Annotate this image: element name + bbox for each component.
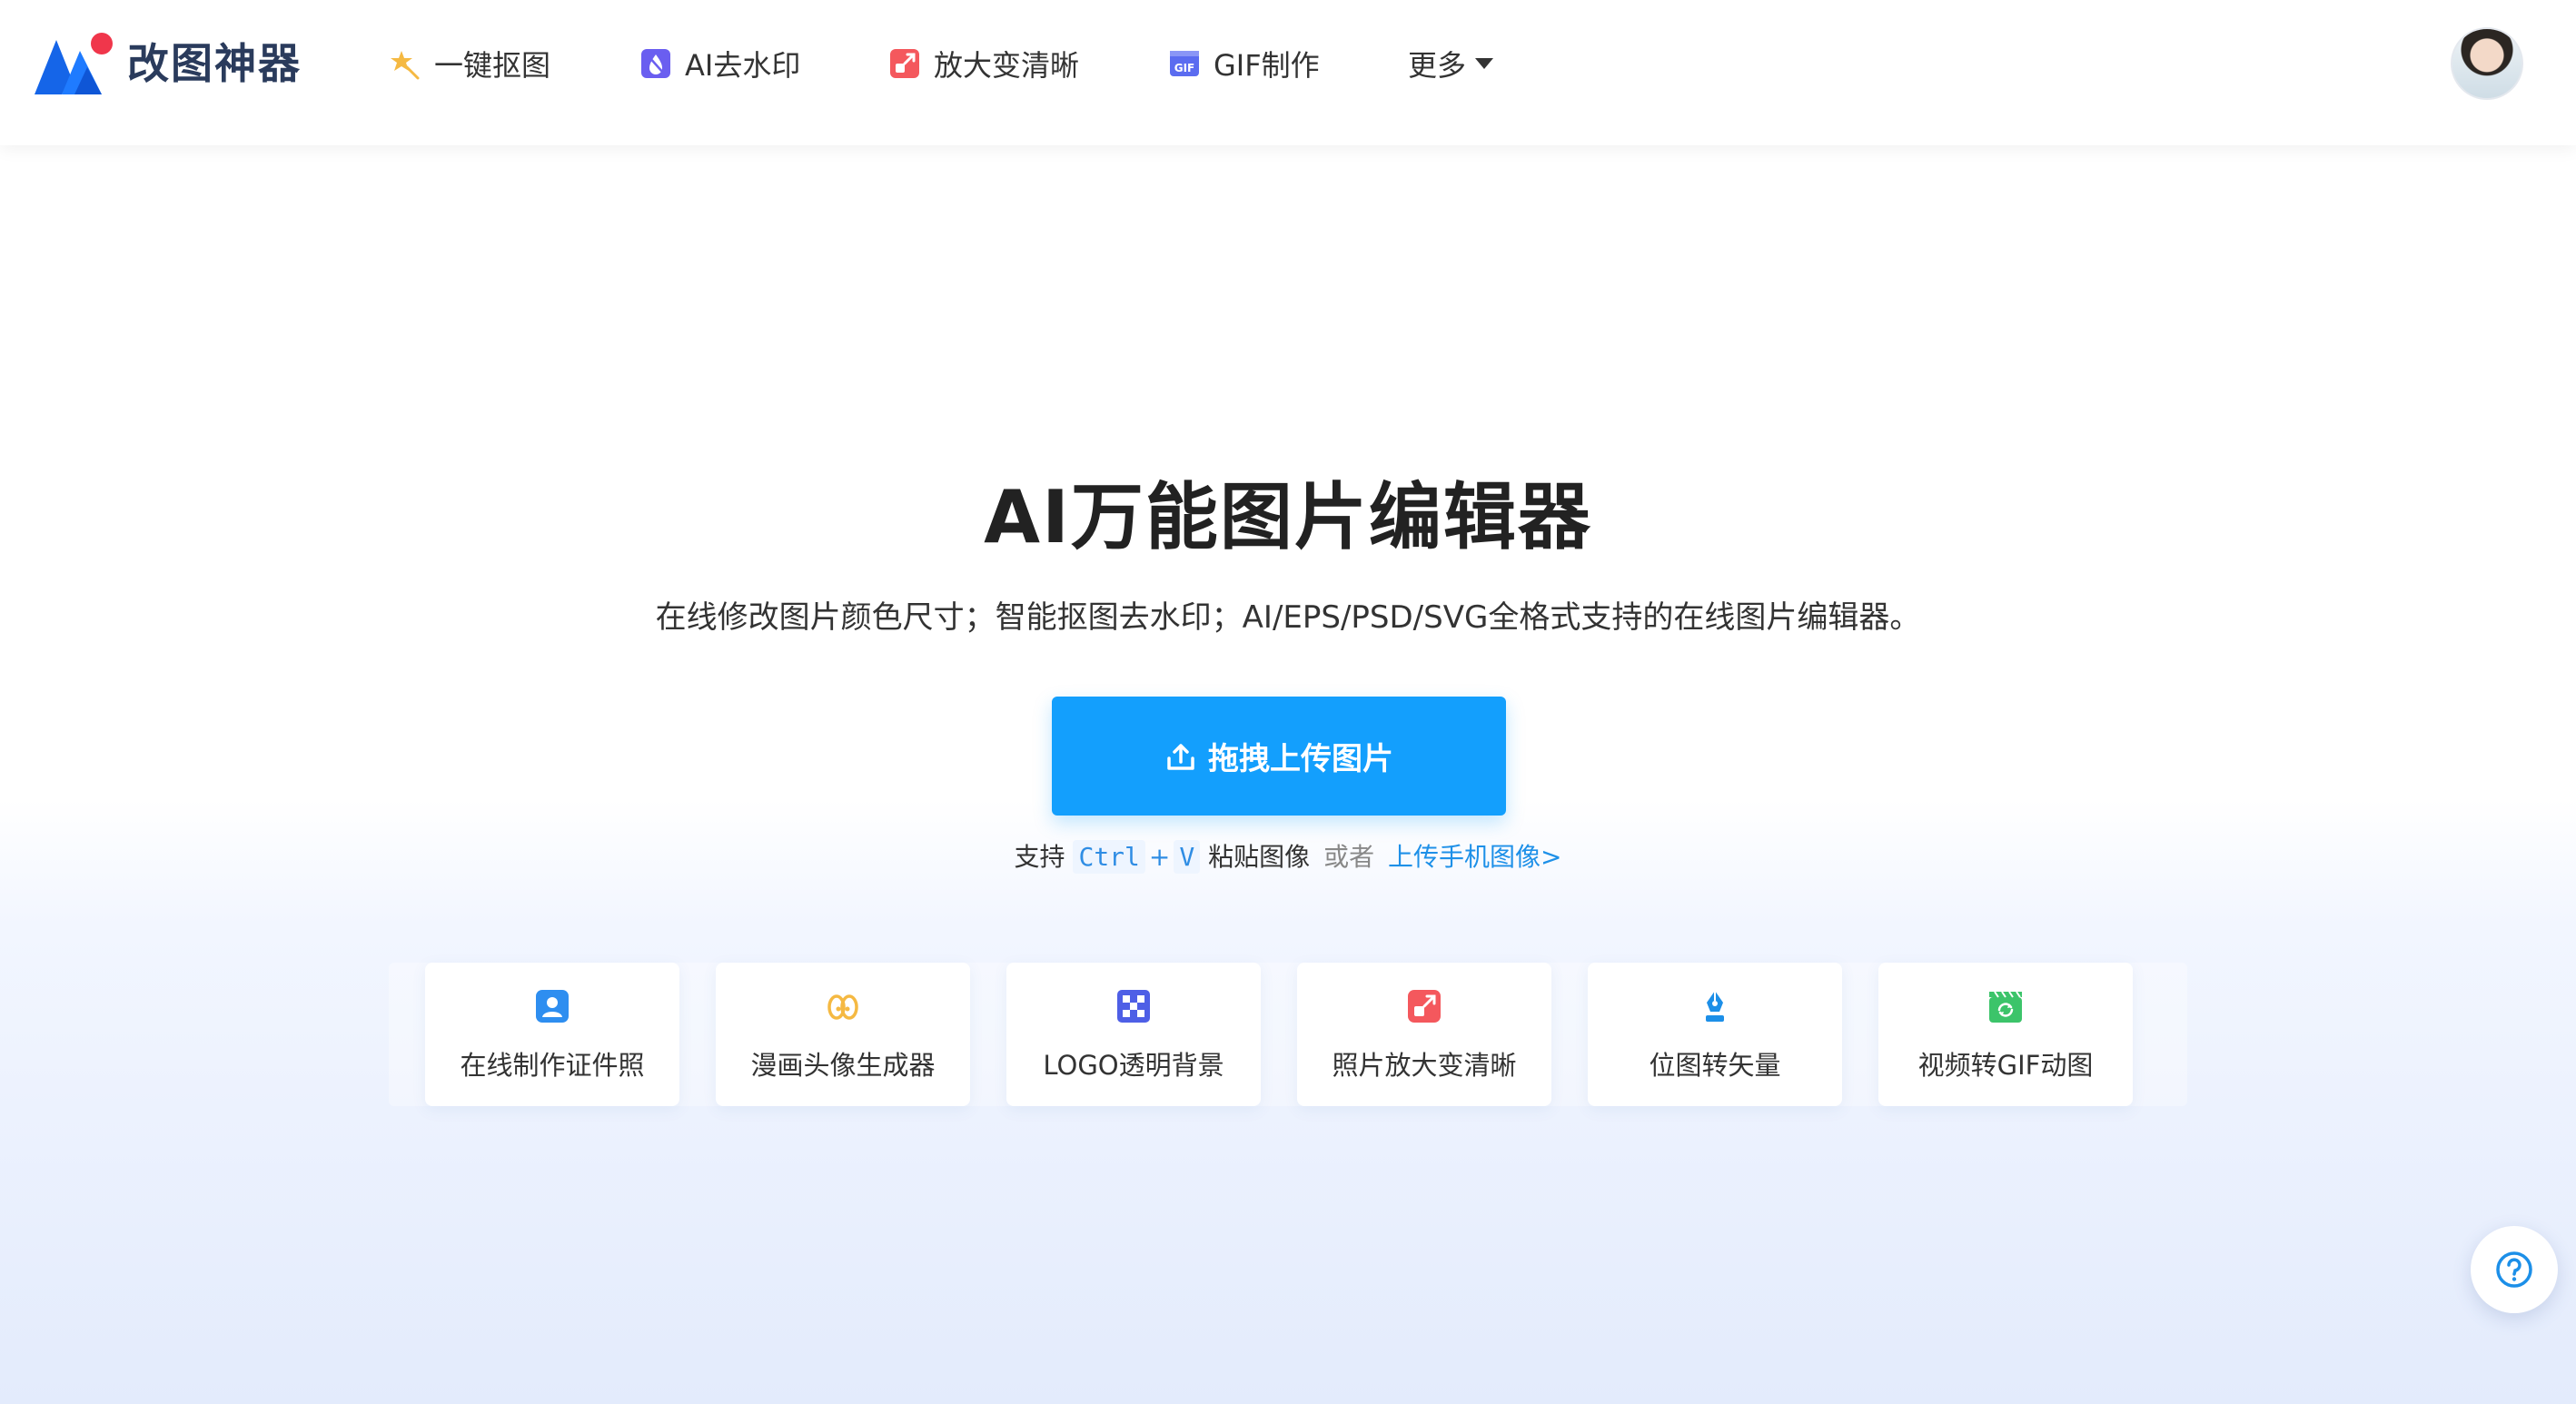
nav-enlarge-clear[interactable]: 放大变清晰: [888, 36, 1079, 91]
brand-name[interactable]: 改图神器: [127, 36, 302, 91]
top-nav-bar: 改图神器 一键抠图 AI去水印 放大变清晰 GIF GIF制作 更多: [0, 0, 2576, 145]
pen-nib-icon: [1706, 991, 1724, 1022]
nav-label: GIF制作: [1214, 48, 1320, 83]
ctrl-key: Ctrl: [1073, 840, 1145, 874]
nav-more-dropdown[interactable]: 更多: [1408, 36, 1494, 91]
nav-gif-maker[interactable]: GIF GIF制作: [1168, 36, 1320, 91]
tool-label: 位图转矢量: [1649, 1050, 1781, 1081]
user-avatar[interactable]: [2451, 27, 2523, 100]
nav-more-label: 更多: [1408, 48, 1467, 83]
enlarge-icon: [1408, 990, 1441, 1023]
upload-button-label: 拖拽上传图片: [1208, 741, 1393, 777]
nav-label: 一键抠图: [434, 48, 551, 83]
hint-prefix: 支持: [1014, 842, 1065, 872]
tool-card-id-photo[interactable]: 在线制作证件照: [425, 963, 679, 1106]
caret-down-icon: [1475, 58, 1494, 69]
upload-icon: [1167, 743, 1194, 770]
tool-card-bitmap-to-vector[interactable]: 位图转矢量: [1588, 963, 1842, 1106]
brand-logo[interactable]: [35, 31, 118, 96]
nav-label: AI去水印: [685, 48, 801, 83]
help-button[interactable]: [2471, 1226, 2558, 1313]
tool-label: 视频转GIF动图: [1917, 1050, 2094, 1081]
question-circle-icon: [2496, 1251, 2532, 1288]
hint-paste: 粘贴图像: [1208, 842, 1311, 872]
page-title: AI万能图片编辑器: [984, 475, 1592, 559]
v-key: V: [1174, 840, 1201, 874]
tool-card-cartoon-avatar[interactable]: 漫画头像生成器: [716, 963, 970, 1106]
nav-label: 放大变清晰: [934, 48, 1080, 83]
star-wand-icon: [391, 51, 420, 80]
nav-one-click-cutout[interactable]: 一键抠图: [389, 36, 550, 91]
page-subtitle: 在线修改图片颜色尺寸；智能抠图去水印；AI/EPS/PSD/SVG全格式支持的在…: [655, 599, 1921, 636]
tool-card-video-to-gif[interactable]: 视频转GIF动图: [1878, 963, 2133, 1106]
cartoon-avatar-icon: [827, 994, 858, 1020]
plus-sign: +: [1148, 842, 1171, 872]
water-drop-icon: [641, 49, 670, 78]
nav-ai-remove-watermark[interactable]: AI去水印: [639, 36, 800, 91]
paste-hint: 支持 Ctrl + V 粘贴图像 或者 上传手机图像>: [0, 837, 2576, 874]
tool-label: 照片放大变清晰: [1332, 1050, 1517, 1081]
svg-text:GIF: GIF: [1174, 62, 1195, 74]
video-gif-icon: [1989, 991, 2022, 1023]
upload-phone-image-link[interactable]: 上传手机图像>: [1388, 842, 1561, 872]
enlarge-icon: [890, 49, 919, 78]
tool-card-logo-transparent[interactable]: LOGO透明背景: [1006, 963, 1261, 1106]
upload-image-button[interactable]: 拖拽上传图片: [1052, 697, 1506, 816]
tool-label: 在线制作证件照: [460, 1050, 645, 1081]
gif-icon: GIF: [1170, 51, 1199, 76]
tool-card-photo-enlarge[interactable]: 照片放大变清晰: [1297, 963, 1551, 1106]
transparent-grid-icon: [1117, 990, 1150, 1023]
hint-or: 或者: [1323, 842, 1375, 872]
id-photo-icon: [536, 990, 569, 1023]
tool-label: 漫画头像生成器: [750, 1050, 936, 1081]
tool-label: LOGO透明背景: [1043, 1050, 1224, 1081]
